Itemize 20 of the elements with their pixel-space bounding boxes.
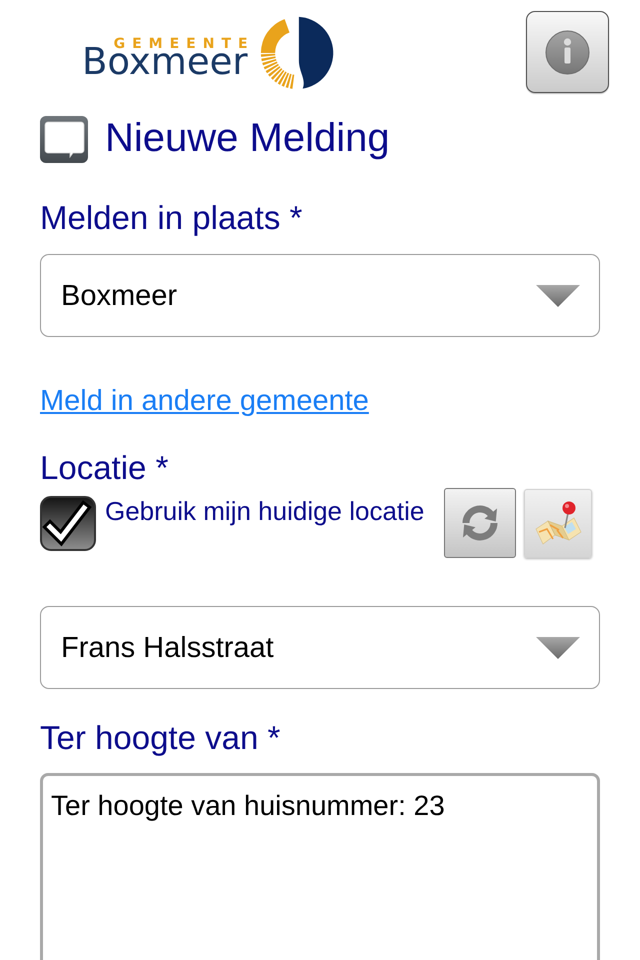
logo-emblem-icon <box>258 15 335 91</box>
map-button[interactable] <box>524 489 592 558</box>
caret-icon <box>536 636 580 658</box>
field-label: Ter hoogte van * <box>40 718 280 758</box>
logo-subtitle: GEMEENTE <box>114 39 255 49</box>
info-button[interactable] <box>526 11 609 93</box>
refresh-button[interactable] <box>444 488 516 558</box>
street-dropdown[interactable]: Frans Halsstraat <box>40 606 600 689</box>
logo-wordmark: Boxmeer <box>82 47 248 77</box>
caret-icon <box>536 284 580 306</box>
checkbox-label: Gebruik mijn huidige locatie <box>105 496 424 526</box>
checkbox[interactable] <box>40 496 96 551</box>
field-label: Melden in plaats * <box>40 198 302 238</box>
field-label: Locatie * <box>40 448 168 488</box>
chat-bubble-icon <box>40 116 88 163</box>
info-icon <box>545 30 590 74</box>
text-area-field[interactable]: Ter hoogte van huisnummer: 23 <box>40 773 600 960</box>
page-title: Nieuwe Melding <box>105 115 390 162</box>
place-dropdown[interactable]: Boxmeer <box>40 254 600 337</box>
municipality-link[interactable]: Meld in andere gemeente <box>40 384 369 418</box>
